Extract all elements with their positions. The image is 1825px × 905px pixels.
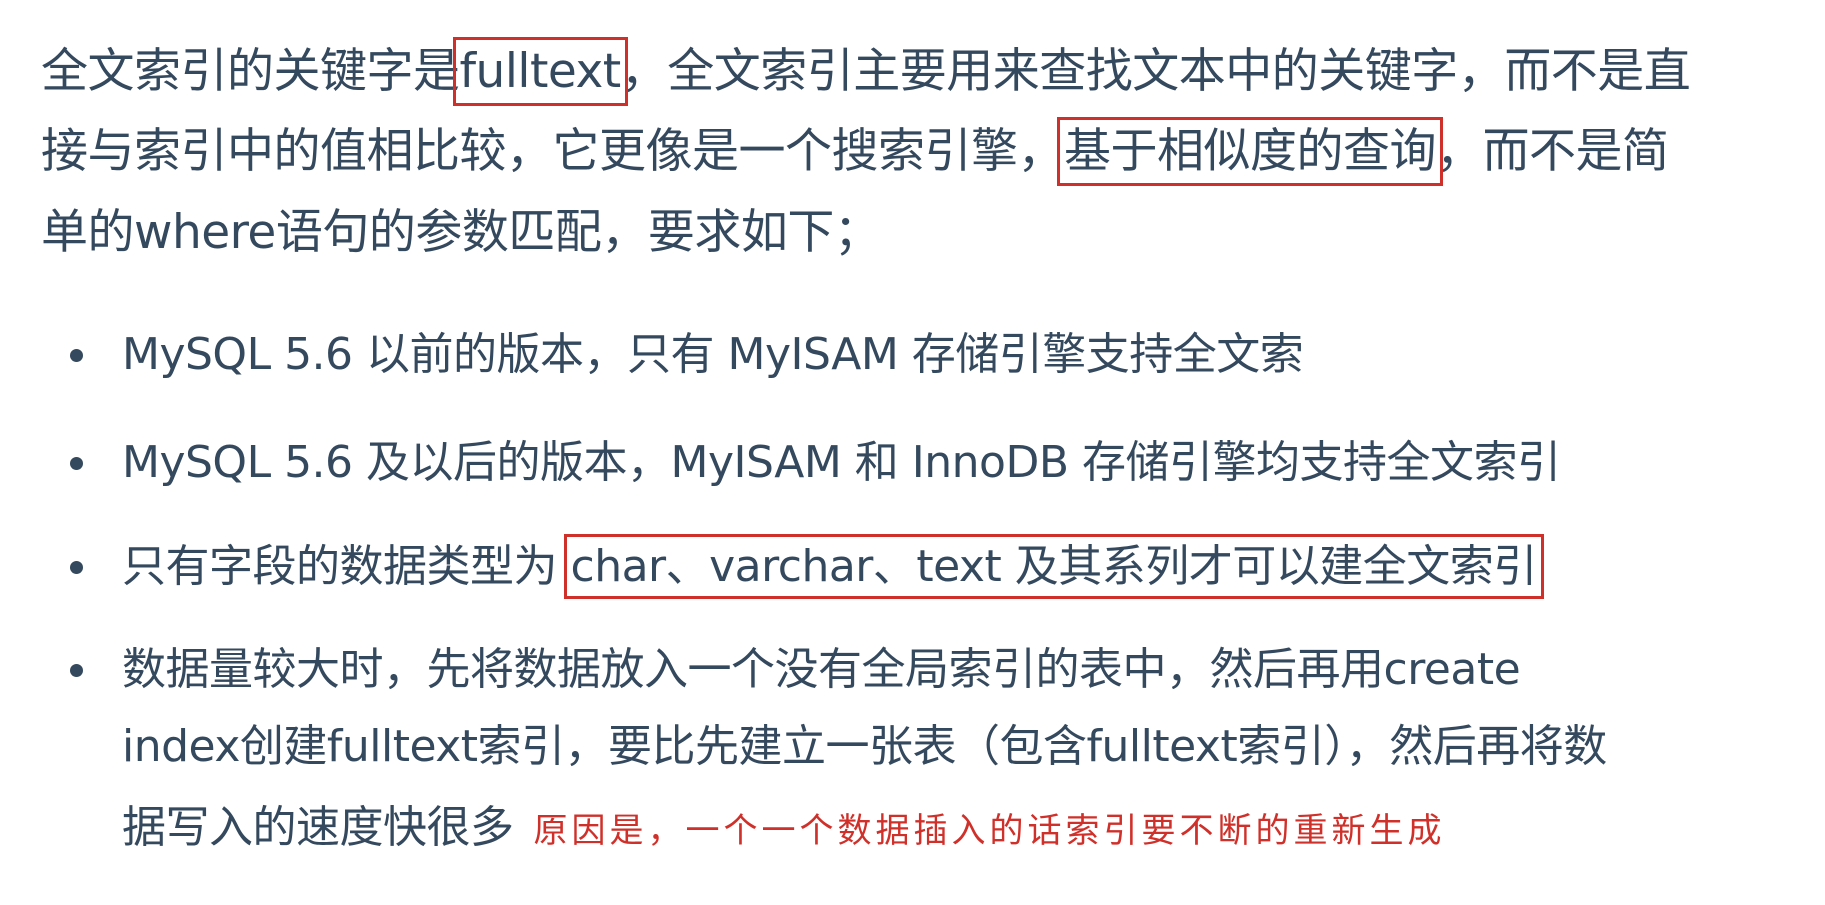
list-item-line-2: index创建fulltext索引，要比先建立一张表（包含fulltext索引）… <box>122 721 1607 772</box>
highlight-box-similarity-query: 基于相似度的查询 <box>1057 117 1443 186</box>
bullet-icon <box>70 561 83 574</box>
list-item-line-1: 数据量较大时，先将数据放入一个没有全局索引的表中，然后再用create <box>122 644 1521 695</box>
text: ，而不是简 <box>1436 124 1669 179</box>
bullet-icon <box>70 664 83 677</box>
text: ，全文索引主要用来查找文本中的关键字，而不是直 <box>620 44 1691 99</box>
handwritten-annotation: 原因是，一个一个数据插入的话索引要不断的重新生成 <box>533 811 1446 851</box>
list-item: MySQL 5.6 及以后的版本，MyISAM 和 InnoDB 存储引擎均支持… <box>122 437 1561 488</box>
highlight-box-data-types: char、varchar、text 及其系列才可以建全文索引 <box>563 534 1544 599</box>
list-item: 只有字段的数据类型为 char、varchar、text 及其系列才可以建全文索… <box>122 534 1544 599</box>
bullet-icon <box>70 349 83 362</box>
paragraph-line-1: 全文索引的关键字是fulltext，全文索引主要用来查找文本中的关键字，而不是直 <box>41 37 1691 106</box>
list-item: MySQL 5.6 以前的版本，只有 MyISAM 存储引擎支持全文索 <box>122 329 1304 380</box>
paragraph-line-3: 单的where语句的参数匹配，要求如下； <box>41 205 881 260</box>
text: 据写入的速度快很多 <box>122 802 514 853</box>
text: 接与索引中的值相比较，它更像是一个搜索引擎， <box>41 124 1065 179</box>
text: 全文索引的关键字是 <box>41 44 460 99</box>
paragraph-line-2: 接与索引中的值相比较，它更像是一个搜索引擎，基于相似度的查询，而不是简 <box>41 117 1669 186</box>
bullet-icon <box>70 457 83 470</box>
list-item-line-3: 据写入的速度快很多 原因是，一个一个数据插入的话索引要不断的重新生成 <box>122 798 1446 861</box>
text: 只有字段的数据类型为 <box>122 541 571 592</box>
highlight-box-fulltext: fulltext <box>452 37 628 106</box>
